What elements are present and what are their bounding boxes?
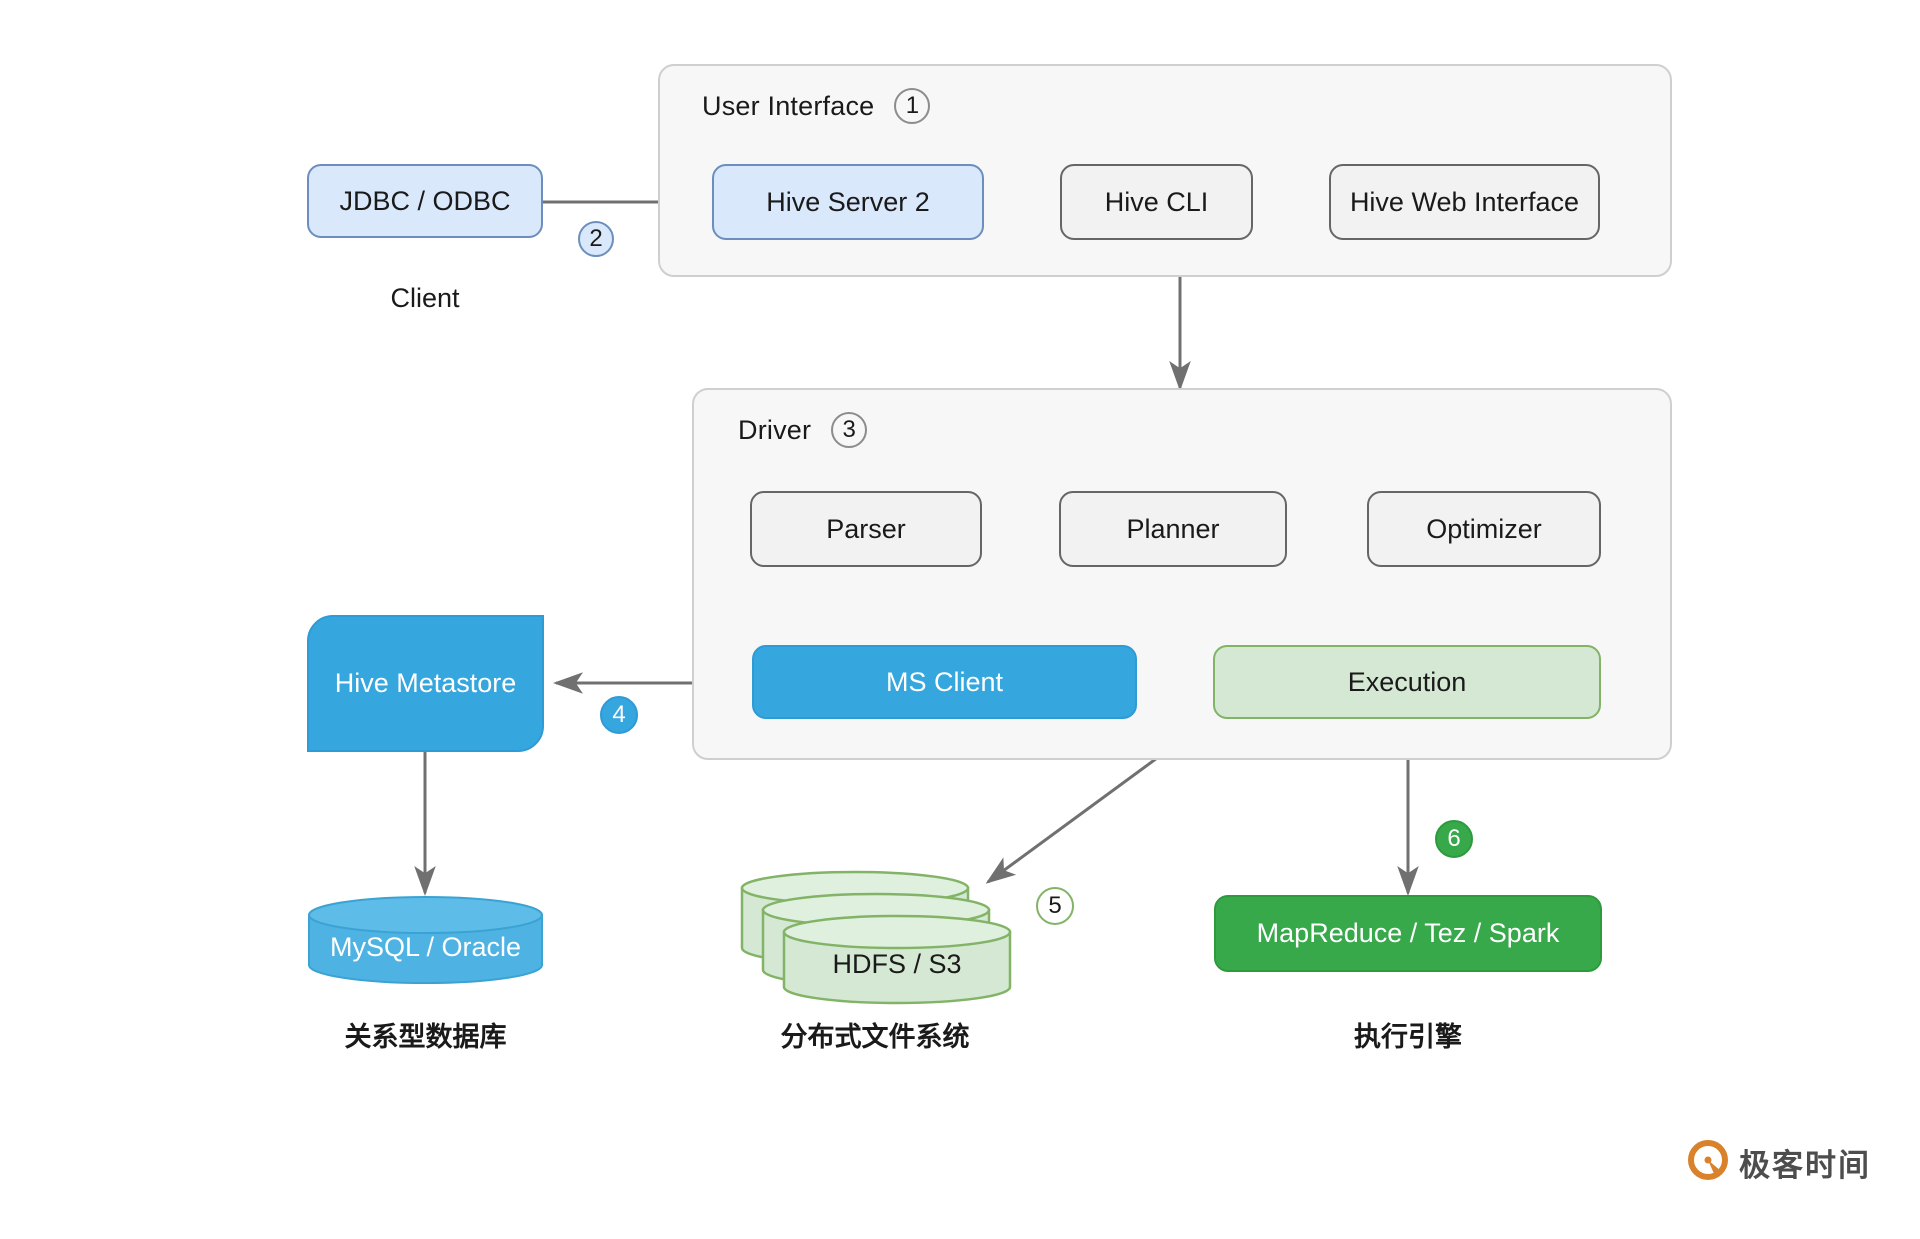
- geektime-logo-icon: [1688, 1140, 1728, 1185]
- step-badge-5: 5: [1036, 887, 1074, 925]
- node-jdbc-odbc-label: JDBC / ODBC: [339, 185, 510, 217]
- caption-engine: 执行引擎: [1270, 1015, 1546, 1054]
- caption-rdbms: 关系型数据库: [257, 1015, 594, 1054]
- step-badge-4-label: 4: [612, 703, 625, 727]
- step-badge-6-label: 6: [1447, 827, 1460, 851]
- node-execution-engine[interactable]: MapReduce / Tez / Spark: [1214, 895, 1602, 972]
- group-user-interface-header: User Interface 1: [702, 88, 930, 124]
- node-planner[interactable]: Planner: [1059, 491, 1287, 567]
- node-hive-server-2[interactable]: Hive Server 2: [712, 164, 984, 240]
- diagram-canvas: User Interface 1 Hive Server 2 Hive CLI …: [0, 0, 1920, 1239]
- node-optimizer-label: Optimizer: [1426, 513, 1542, 545]
- node-ms-client[interactable]: MS Client: [752, 645, 1137, 719]
- node-hive-server-2-label: Hive Server 2: [766, 186, 930, 218]
- caption-engine-label: 执行引擎: [1354, 1022, 1462, 1052]
- node-mysql-oracle[interactable]: MySQL / Oracle: [307, 895, 544, 985]
- group-driver-header: Driver 3: [738, 412, 867, 448]
- node-execution[interactable]: Execution: [1213, 645, 1601, 719]
- node-ms-client-label: MS Client: [886, 666, 1003, 698]
- node-hive-metastore-label: Hive Metastore: [335, 667, 517, 699]
- node-optimizer[interactable]: Optimizer: [1367, 491, 1601, 567]
- node-execution-label: Execution: [1348, 666, 1467, 698]
- step-badge-5-label: 5: [1048, 894, 1061, 918]
- watermark-text: 极客时间: [1739, 1140, 1871, 1185]
- node-jdbc-odbc[interactable]: JDBC / ODBC: [307, 164, 543, 238]
- step-badge-2-label: 2: [589, 227, 602, 251]
- caption-dfs: 分布式文件系统: [737, 1015, 1013, 1054]
- step-badge-1: 1: [894, 88, 930, 124]
- node-hive-web-interface[interactable]: Hive Web Interface: [1329, 164, 1600, 240]
- node-hive-cli-label: Hive CLI: [1105, 186, 1209, 218]
- step-badge-2: 2: [578, 221, 614, 257]
- group-user-interface-title: User Interface: [702, 91, 874, 122]
- node-hive-web-interface-label: Hive Web Interface: [1350, 186, 1579, 218]
- watermark: 极客时间: [1688, 1140, 1871, 1185]
- step-badge-6: 6: [1435, 820, 1473, 858]
- node-parser-label: Parser: [826, 513, 906, 545]
- caption-client-label: Client: [390, 283, 459, 313]
- node-planner-label: Planner: [1126, 513, 1219, 545]
- node-hive-cli[interactable]: Hive CLI: [1060, 164, 1253, 240]
- cylinder-stack-dfs-icon: [740, 870, 1030, 1005]
- node-execution-engine-label: MapReduce / Tez / Spark: [1257, 917, 1560, 949]
- cylinder-rdbms-icon: [307, 895, 544, 985]
- caption-client: Client: [307, 283, 543, 314]
- node-hdfs-s3[interactable]: HDFS / S3: [740, 870, 1030, 1005]
- group-driver-title: Driver: [738, 415, 811, 446]
- node-parser[interactable]: Parser: [750, 491, 982, 567]
- step-badge-3: 3: [831, 412, 867, 448]
- caption-dfs-label: 分布式文件系统: [781, 1022, 970, 1052]
- node-hive-metastore[interactable]: Hive Metastore: [307, 615, 544, 752]
- step-badge-4: 4: [600, 696, 638, 734]
- caption-rdbms-label: 关系型数据库: [345, 1022, 507, 1052]
